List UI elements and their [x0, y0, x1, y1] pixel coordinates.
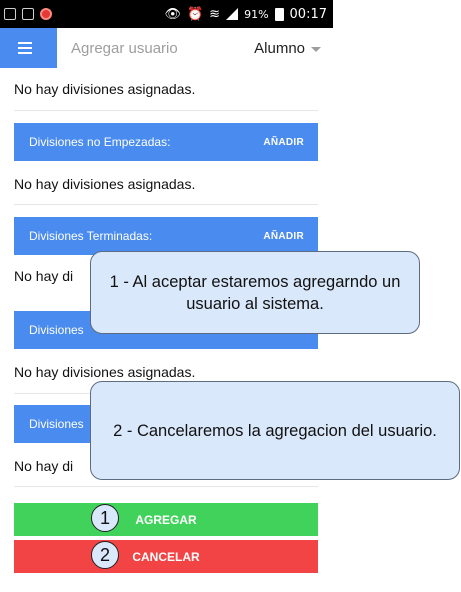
annotation-callout-2: 2 - Cancelaremos la agregacion del usuar… — [90, 381, 460, 480]
battery-icon — [274, 7, 284, 21]
role-dropdown-value: Alumno — [254, 39, 305, 57]
cancelar-button[interactable]: CANCELAR — [14, 540, 318, 573]
eye-icon: 👁 — [164, 6, 181, 22]
section-title: Divisiones — [29, 323, 84, 337]
empty-divisions-text: No hay divisiones asignadas. — [14, 81, 196, 97]
role-dropdown[interactable]: Alumno — [254, 28, 321, 68]
divider — [14, 486, 318, 487]
empty-divisions-text: No hay divisiones asignadas. — [14, 176, 196, 192]
annotation-callout-1: 1 - Al aceptar estaremos agregarndo un u… — [90, 251, 420, 334]
add-user-input[interactable] — [71, 39, 231, 57]
annotation-badge-2: 2 — [91, 541, 119, 569]
section-title: Divisiones Terminadas: — [29, 229, 153, 243]
empty-divisions-text: No hay divisiones asignadas. — [14, 364, 196, 380]
chevron-down-icon — [311, 46, 321, 52]
wifi-icon: ≋ — [209, 6, 221, 22]
battery-percent: 91% — [244, 7, 269, 21]
search-container: Alumno — [57, 28, 333, 68]
app-screen: 👁 ⏰ ≋ 91% 00:17 Alumno No hay divisiones… — [0, 0, 461, 592]
gallery-notification-icon — [4, 8, 16, 20]
clock: 00:17 — [289, 6, 327, 22]
add-division-button[interactable]: AÑADIR — [263, 231, 304, 242]
status-bar: 👁 ⏰ ≋ 91% 00:17 — [0, 0, 333, 28]
menu-icon[interactable] — [0, 28, 50, 68]
add-division-button[interactable]: AÑADIR — [263, 137, 304, 148]
section-title: Divisiones — [29, 417, 84, 431]
divider — [14, 204, 318, 205]
app-bar: Alumno — [0, 28, 333, 68]
section-header-finished: Divisiones Terminadas: AÑADIR — [14, 217, 318, 255]
divider — [14, 110, 318, 111]
screenshot-notification-icon — [22, 8, 34, 20]
alarm-icon: ⏰ — [186, 6, 204, 22]
agregar-button[interactable]: AGREGAR — [14, 503, 318, 536]
section-title: Divisiones no Empezadas: — [29, 135, 171, 149]
record-notification-icon — [40, 8, 52, 20]
annotation-badge-1: 1 — [91, 504, 119, 532]
signal-icon — [226, 8, 239, 20]
section-header-not-started: Divisiones no Empezadas: AÑADIR — [14, 123, 318, 161]
